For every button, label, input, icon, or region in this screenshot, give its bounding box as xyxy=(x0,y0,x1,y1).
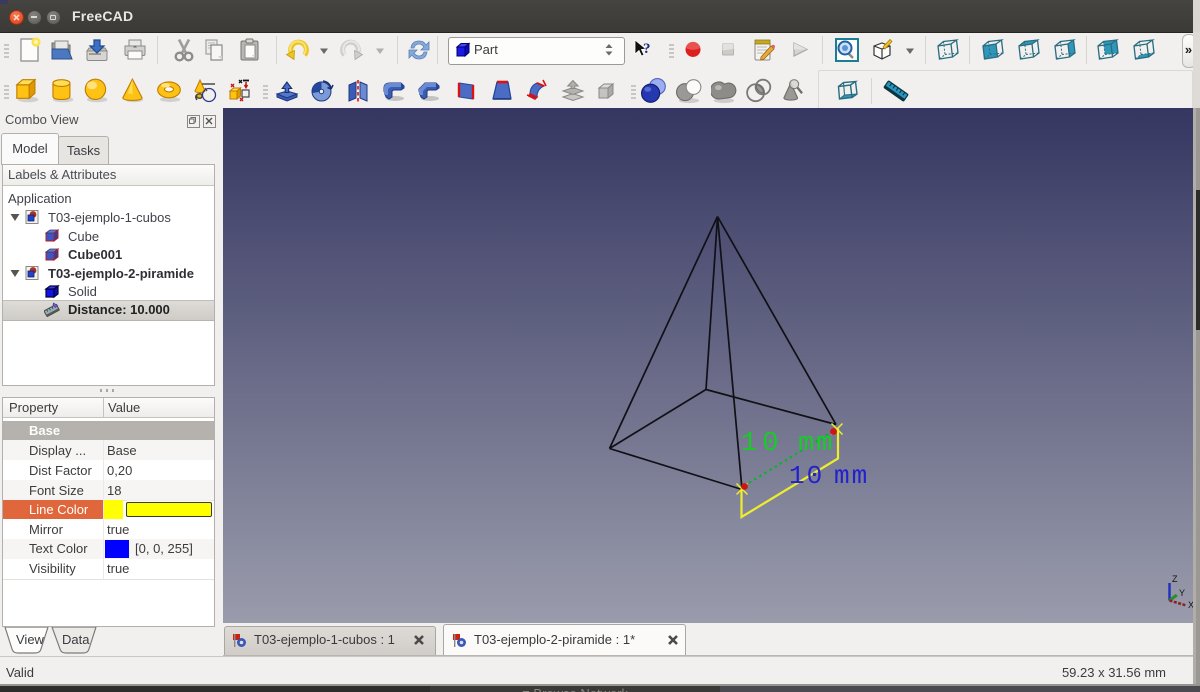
svg-text:?: ? xyxy=(643,41,651,57)
svg-text:10: 10 xyxy=(789,461,824,491)
svg-text:Z: Z xyxy=(1172,574,1178,584)
svg-text:View: View xyxy=(16,632,45,647)
svg-text:10: 10 xyxy=(741,429,783,459)
svg-text:Data: Data xyxy=(62,632,90,647)
svg-text:Y: Y xyxy=(1179,588,1185,598)
svg-text:mm: mm xyxy=(798,429,834,459)
svg-text:mm: mm xyxy=(834,461,869,491)
